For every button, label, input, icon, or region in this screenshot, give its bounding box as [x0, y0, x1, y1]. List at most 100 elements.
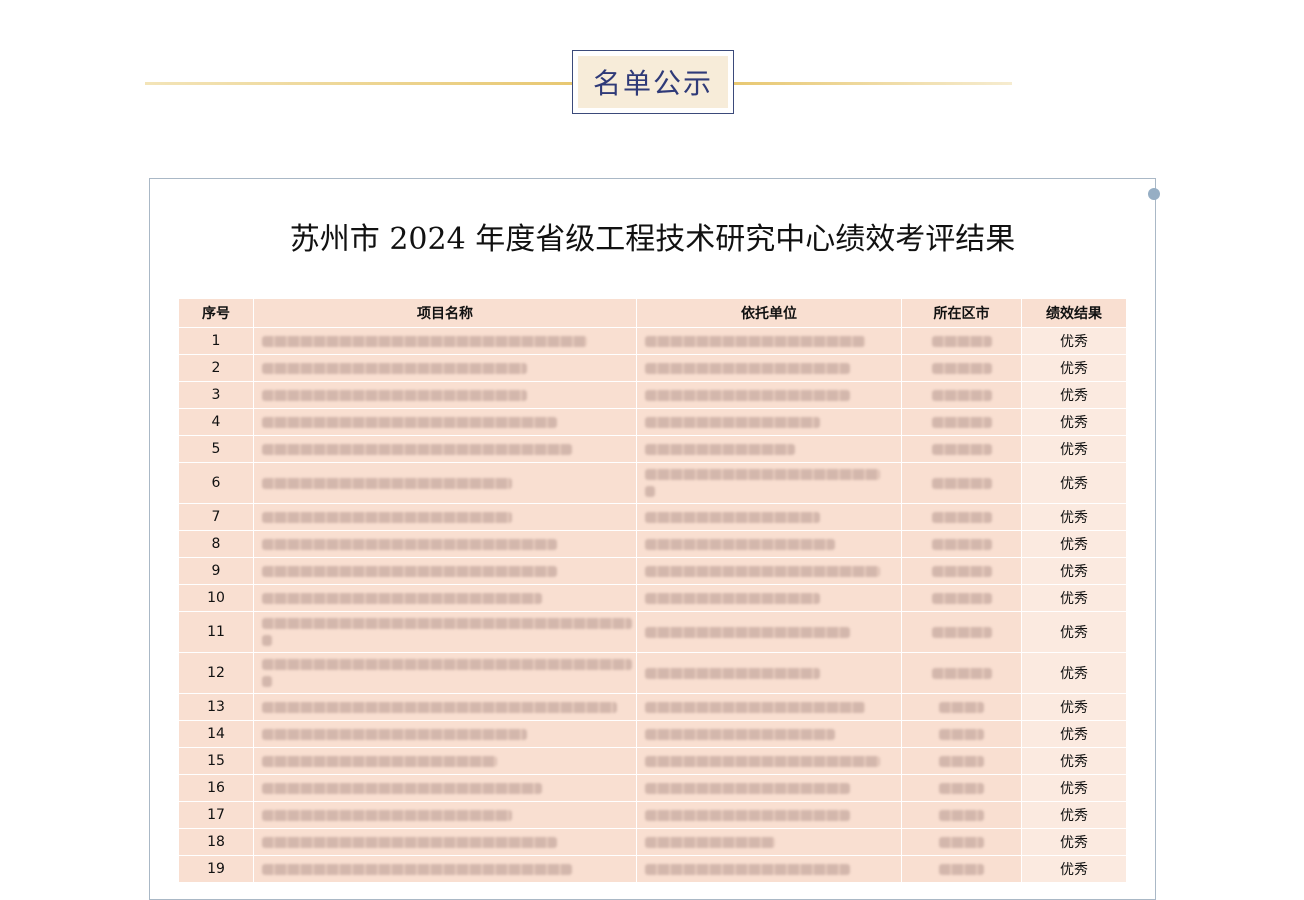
- host-unit-cell: [636, 503, 902, 531]
- result-cell: 优秀: [1021, 747, 1127, 775]
- result-cell: 优秀: [1021, 503, 1127, 531]
- table-header-row: 序号 项目名称 依托单位 所在区市 绩效结果: [178, 298, 1127, 328]
- redacted-text: [262, 335, 587, 347]
- redacted-text: [262, 511, 512, 523]
- result-cell: 优秀: [1021, 354, 1127, 382]
- redacted-text: [262, 362, 527, 374]
- table-row: 4 优秀: [178, 408, 1127, 436]
- row-number: 1: [178, 327, 254, 355]
- column-header: 依托单位: [636, 298, 902, 328]
- host-unit-cell: [636, 828, 902, 856]
- redacted-text: [262, 701, 617, 713]
- result-cell: 优秀: [1021, 774, 1127, 802]
- table-row: 1 优秀: [178, 327, 1127, 355]
- project-name-cell: [253, 747, 637, 775]
- project-name-cell: [253, 774, 637, 802]
- table-body: 1 优秀 2 优秀 3 优秀 4 优秀 5 优秀 6 优秀 7 优秀 8 优秀 9 优秀 10 优秀 11 优秀 12 优秀 1…: [178, 327, 1127, 883]
- redacted-text: [931, 362, 992, 374]
- host-unit-cell: [636, 720, 902, 748]
- result-cell: 优秀: [1021, 557, 1127, 585]
- result-cell: 优秀: [1021, 801, 1127, 829]
- host-unit-cell: [636, 693, 902, 721]
- redacted-text: [262, 755, 497, 767]
- row-number: 10: [178, 584, 254, 612]
- redacted-text: [262, 538, 557, 550]
- redacted-text: [262, 477, 512, 489]
- table-row: 13 优秀: [178, 693, 1127, 721]
- column-header: 项目名称: [253, 298, 637, 328]
- header-divider-right: [734, 82, 1012, 85]
- redacted-text: [645, 809, 850, 821]
- redacted-text: [939, 755, 984, 767]
- region-cell: [901, 530, 1022, 558]
- table-row: 2 优秀: [178, 354, 1127, 382]
- region-cell: [901, 503, 1022, 531]
- table-row: 3 优秀: [178, 381, 1127, 409]
- redacted-text: [931, 416, 992, 428]
- host-unit-cell: [636, 801, 902, 829]
- region-cell: [901, 584, 1022, 612]
- column-header: 序号: [178, 298, 254, 328]
- row-number: 2: [178, 354, 254, 382]
- redacted-text: [931, 511, 992, 523]
- redacted-text: [262, 782, 542, 794]
- host-unit-cell: [636, 747, 902, 775]
- redacted-text: [939, 701, 984, 713]
- host-unit-cell: [636, 652, 902, 694]
- redacted-text: [262, 389, 527, 401]
- document-title: 苏州市 2024 年度省级工程技术研究中心绩效考评结果: [289, 222, 1016, 257]
- host-unit-cell: [636, 327, 902, 355]
- project-name-cell: [253, 381, 637, 409]
- result-cell: 优秀: [1021, 652, 1127, 694]
- result-cell: 优秀: [1021, 381, 1127, 409]
- redacted-text: [931, 443, 992, 455]
- region-cell: [901, 408, 1022, 436]
- host-unit-cell: [636, 530, 902, 558]
- host-unit-cell: [636, 557, 902, 585]
- row-number: 15: [178, 747, 254, 775]
- result-cell: 优秀: [1021, 855, 1127, 883]
- results-table: 序号 项目名称 依托单位 所在区市 绩效结果 1 优秀 2 优秀 3 优秀 4 优秀 5 优秀 6 优…: [178, 298, 1127, 883]
- redacted-text: [262, 416, 557, 428]
- redacted-text: [262, 863, 572, 875]
- redacted-text: [931, 335, 992, 347]
- redacted-text: [939, 728, 984, 740]
- table-row: 14 优秀: [178, 720, 1127, 748]
- redacted-text: [262, 592, 542, 604]
- host-unit-cell: [636, 611, 902, 653]
- result-cell: 优秀: [1021, 408, 1127, 436]
- column-header: 绩效结果: [1021, 298, 1127, 328]
- table-row: 9 优秀: [178, 557, 1127, 585]
- project-name-cell: [253, 584, 637, 612]
- redacted-text: [645, 565, 880, 577]
- project-name-cell: [253, 557, 637, 585]
- region-cell: [901, 774, 1022, 802]
- row-number: 16: [178, 774, 254, 802]
- host-unit-cell: [636, 381, 902, 409]
- row-number: 12: [178, 652, 254, 694]
- host-unit-cell: [636, 354, 902, 382]
- region-cell: [901, 720, 1022, 748]
- redacted-text: [645, 511, 820, 523]
- redacted-text: [645, 755, 880, 767]
- host-unit-cell: [636, 774, 902, 802]
- redacted-text: [645, 836, 775, 848]
- project-name-cell: [253, 720, 637, 748]
- row-number: 11: [178, 611, 254, 653]
- region-cell: [901, 611, 1022, 653]
- result-cell: 优秀: [1021, 720, 1127, 748]
- redacted-text: [645, 667, 820, 679]
- project-name-cell: [253, 855, 637, 883]
- result-cell: 优秀: [1021, 462, 1127, 504]
- redacted-text: [645, 592, 820, 604]
- redacted-text: [645, 486, 655, 497]
- section-header: 名单公示: [572, 50, 734, 114]
- host-unit-cell: [636, 408, 902, 436]
- project-name-cell: [253, 354, 637, 382]
- project-name-cell: [253, 530, 637, 558]
- table-row: 15 优秀: [178, 747, 1127, 775]
- redacted-text: [645, 863, 850, 875]
- result-cell: 优秀: [1021, 530, 1127, 558]
- redacted-text: [645, 443, 795, 455]
- project-name-cell: [253, 435, 637, 463]
